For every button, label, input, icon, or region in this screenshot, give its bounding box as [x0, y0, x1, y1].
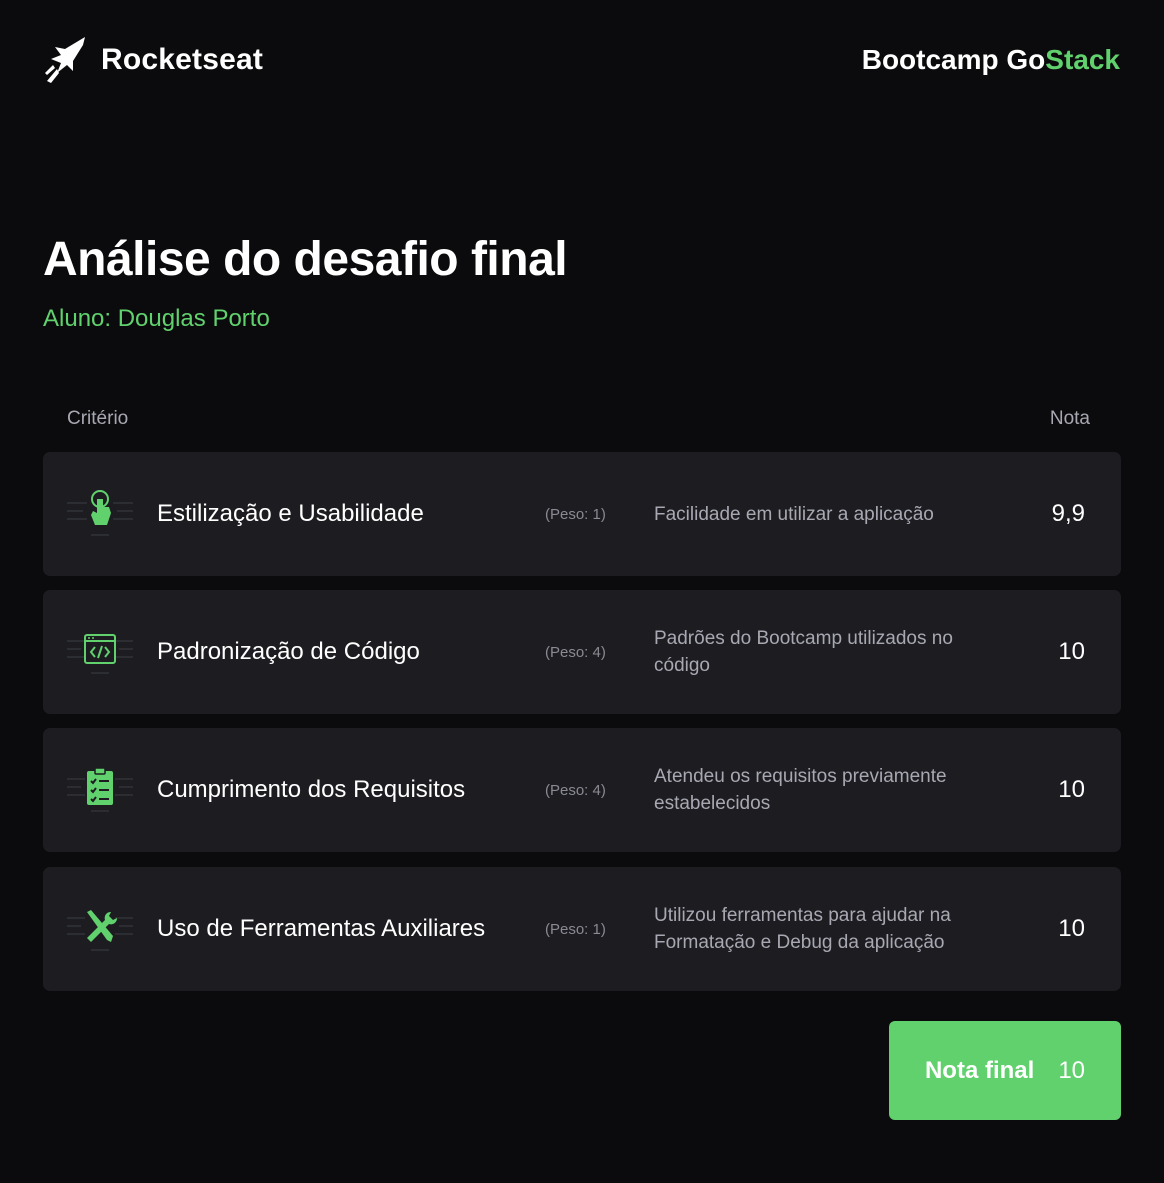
- clipboard-check-icon: [67, 767, 133, 812]
- criterion-name: Estilização e Usabilidade: [157, 500, 424, 527]
- rocket-logo-icon: [45, 37, 85, 83]
- criterion-grade: 10: [1058, 776, 1085, 803]
- criterion-grade: 10: [1058, 915, 1085, 942]
- column-header-criteria: Critério: [67, 408, 129, 429]
- final-grade-value: 10: [1058, 1056, 1086, 1084]
- table-row: Padronização de Código (Peso: 4) Padrões…: [43, 590, 1121, 714]
- criterion-description: Utilizou ferramentas para ajudar na Form…: [654, 905, 951, 953]
- criterion-name: Padronização de Código: [157, 638, 420, 665]
- criterion-description: Facilidade em utilizar a aplicação: [654, 503, 934, 525]
- criterion-name: Cumprimento dos Requisitos: [157, 776, 466, 803]
- table-row: Estilização e Usabilidade (Peso: 1) Faci…: [43, 452, 1121, 576]
- final-grade-label: Nota final: [924, 1056, 1035, 1084]
- brand[interactable]: Rocketseat: [43, 35, 263, 85]
- criterion-grade: 9,9: [1051, 500, 1085, 527]
- bootcamp-accent: Stack: [1045, 44, 1120, 75]
- table-row: Cumprimento dos Requisitos (Peso: 4) Ate…: [43, 728, 1121, 852]
- page: Rocketseat Bootcamp GoStack Análise do d…: [0, 0, 1164, 1183]
- header: Rocketseat Bootcamp GoStack: [43, 34, 1120, 86]
- criterion-name: Uso de Ferramentas Auxiliares: [157, 915, 486, 942]
- criterion-weight: (Peso: 4): [545, 781, 606, 799]
- criterion-weight: (Peso: 1): [545, 505, 606, 523]
- criterion-grade: 10: [1058, 638, 1085, 665]
- final-grade-button[interactable]: Nota final 10: [889, 1021, 1121, 1120]
- table-row: Uso de Ferramentas Auxiliares (Peso: 1) …: [43, 867, 1121, 991]
- page-title: Análise do desafio final: [43, 233, 568, 286]
- bootcamp-prefix: Bootcamp Go: [861, 44, 1046, 75]
- criterion-description: Atendeu os requisitos previamente estabe…: [654, 766, 947, 814]
- bootcamp-title: Bootcamp GoStack: [862, 44, 1120, 76]
- criterion-weight: (Peso: 1): [545, 920, 606, 938]
- code-window-icon: [67, 634, 133, 674]
- criterion-description: Padrões do Bootcamp utilizados no código: [654, 628, 953, 676]
- brand-name: Rocketseat: [101, 43, 264, 76]
- tools-icon: [67, 910, 133, 951]
- student-name: Aluno: Douglas Porto: [43, 305, 270, 332]
- criterion-weight: (Peso: 4): [545, 643, 606, 661]
- column-header-grade: Nota: [1049, 408, 1090, 429]
- hand-pointer-icon: [67, 490, 133, 536]
